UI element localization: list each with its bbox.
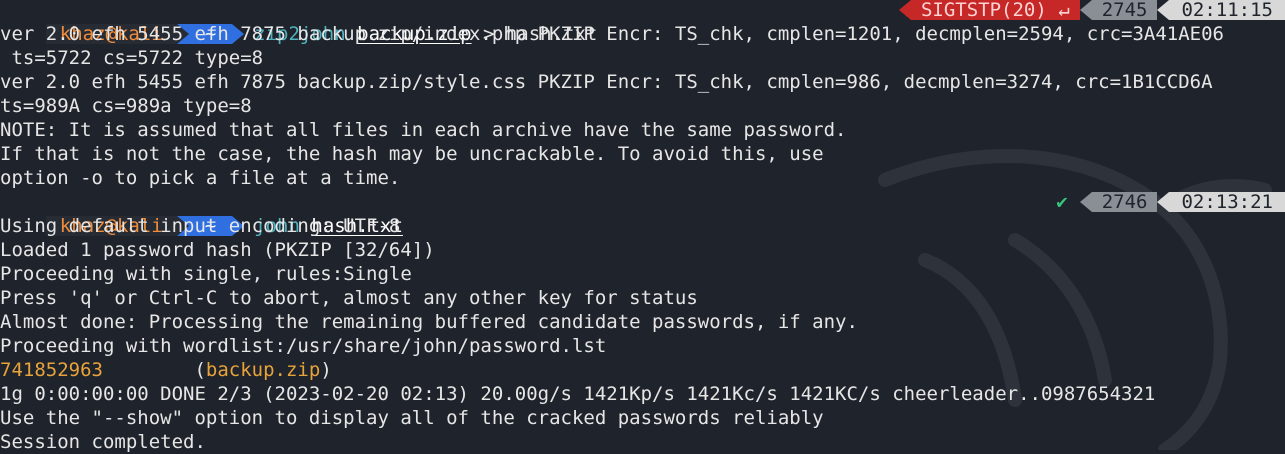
output-line: Proceeding with wordlist:/usr/share/john… <box>0 335 607 357</box>
output-line: ver 2.0 efh 5455 efh 7875 backup.zip/ind… <box>0 23 1224 45</box>
output-line: ts=5722 cs=5722 type=8 <box>0 47 264 69</box>
time-separator-icon <box>1157 192 1170 212</box>
return-icon: ↵ <box>1058 0 1070 21</box>
cracked-password: 741852963 <box>0 359 103 381</box>
output-line: 1g 0:00:00:00 DONE 2/3 (2023-02-20 02:13… <box>0 383 1156 405</box>
output-line: ver 2.0 efh 5455 efh 7875 backup.zip/sty… <box>0 71 1213 93</box>
prompt-line-2: khaz@kali ~ john hash.txt ✔ 2746 02:13:21 <box>0 190 1285 237</box>
time-separator-icon <box>1157 0 1170 20</box>
output-line: Session completed. <box>0 431 206 453</box>
history-number: 2746 <box>1091 192 1158 212</box>
right-prompt-1: SIGTSTP(20) ↵ 2745 02:11:15 <box>898 0 1285 21</box>
success-check-icon: ✔ <box>1056 191 1068 213</box>
right-prompt-2: ✔ 2746 02:13:21 <box>1044 192 1285 212</box>
output-line: Loaded 1 password hash (PKZIP [32/64]) <box>0 239 435 261</box>
output-line: NOTE: It is assumed that all files in ea… <box>0 119 847 141</box>
output-line: ts=989A cs=989a type=8 <box>0 95 252 117</box>
history-number: 2745 <box>1091 0 1158 20</box>
prompt-line-1: khaz@kali ~ zip2john backup.zip > hash.txt… <box>0 0 1285 45</box>
output-line: Almost done: Processing the remaining bu… <box>0 311 858 333</box>
output-line: option -o to pick a file at a time. <box>0 167 401 189</box>
history-separator-icon <box>1079 0 1092 20</box>
prompt-time: 02:11:15 <box>1169 0 1285 20</box>
output-line: Use the "--show" option to display all o… <box>0 407 824 429</box>
output-line: If that is not the case, the hash may be… <box>0 143 824 165</box>
output-line: Using default input encoding: UTF-8 <box>0 215 401 237</box>
signal-status: SIGTSTP(20) ↵ <box>910 0 1080 21</box>
prompt-time: 02:13:21 <box>1169 192 1285 212</box>
output-line: Proceeding with single, rules:Single <box>0 263 412 285</box>
error-separator-icon <box>898 0 911 20</box>
cracked-file: backup.zip <box>205 359 321 381</box>
terminal[interactable]: khaz@kali ~ zip2john backup.zip > hash.txt… <box>0 0 1285 454</box>
cracked-password-line: 741852963 (backup.zip) <box>0 359 332 381</box>
output-line: Press 'q' or Ctrl-C to abort, almost any… <box>0 287 698 309</box>
history-separator-icon <box>1079 192 1092 212</box>
